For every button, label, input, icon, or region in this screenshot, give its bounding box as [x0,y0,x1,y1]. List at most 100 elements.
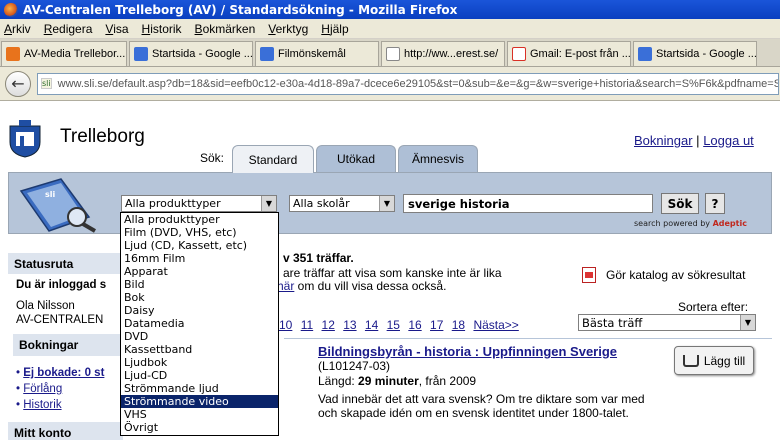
browser-tab-label: Startsida - Google ... [152,48,253,60]
web-page: Trelleborg Bokningar | Logga ut Sök: Sta… [0,102,780,440]
dropdown-option[interactable]: Ljud-CD [121,369,278,382]
menu-redigera[interactable]: Redigera [44,22,93,36]
add-to-cart-button[interactable]: Lägg till [674,346,754,375]
dropdown-option[interactable]: Alla produkttyper [121,213,278,226]
browser-tab[interactable]: Startsida - Google ... [633,41,757,66]
tab-utokad[interactable]: Utökad [316,145,396,172]
menu-arkiv[interactable]: Arkiv [4,22,31,36]
dropdown-option[interactable]: VHS [121,408,278,421]
page-icon [134,47,148,61]
menu-verktyg[interactable]: Verktyg [268,22,308,36]
dropdown-option[interactable]: Strömmande ljud [121,382,278,395]
search-input[interactable]: sverige historia [403,194,653,213]
dropdown-option[interactable]: Bild [121,278,278,291]
bookings-links: • Ej bokade: 0 st • Förlång • Historik [8,365,123,413]
help-button[interactable]: ? [705,193,725,214]
tab-amnesvis[interactable]: Ämnesvis [398,145,478,172]
result-length-prefix: Längd: [318,374,359,388]
dropdown-option[interactable]: Strömmande video [121,395,278,408]
page-link[interactable]: 16 [408,318,421,332]
status-box-title: Statusruta [8,252,123,274]
page-link[interactable]: 13 [343,318,356,332]
dropdown-option[interactable]: Daisy [121,304,278,317]
dropdown-option[interactable]: Apparat [121,265,278,278]
browser-tab[interactable]: Filmönskemål [255,41,379,66]
browser-tab-label: AV-Media Trellebor... [24,48,126,60]
status-sidebar: Statusruta Du är inloggad s Ola Nilsson … [8,252,123,440]
bookings-box-title: Bokningar [13,333,123,356]
school-year-select[interactable]: Alla skolår ▼ [289,195,395,212]
sort-value: Bästa träff [582,315,643,330]
page-link[interactable]: 18 [452,318,465,332]
address-bar[interactable]: sli www.sli.se/default.asp?db=18&sid=eef… [37,72,779,95]
menu-visa[interactable]: Visa [105,22,128,36]
search-button[interactable]: Sök [661,193,699,214]
page-icon [260,47,274,61]
sort-select[interactable]: Bästa träff ▼ [578,314,756,331]
more-results-link[interactable]: här [277,279,294,293]
sidebar-item-history[interactable]: • Historik [8,397,123,413]
dropdown-option[interactable]: DVD [121,330,278,343]
dropdown-option[interactable]: Ljud (CD, Kassett, etc) [121,239,278,252]
menu-historik[interactable]: Historik [142,22,182,36]
dropdown-option[interactable]: Kassettband [121,343,278,356]
page-icon [638,47,652,61]
product-type-dropdown-list: Alla produkttyper Film (DVD, VHS, etc) Lju… [120,212,279,436]
result-length: Längd: 29 minuter, från 2009 [318,374,476,388]
trelleborg-crest-icon [9,120,41,158]
page-link[interactable]: 15 [387,318,400,332]
link-separator: | [696,133,700,148]
school-year-value: Alla skolår [293,197,350,210]
gmail-icon [512,47,526,61]
browser-tab-bar: AV-Media Trellebor... Startsida - Google… [0,39,780,67]
sort-label: Sortera efter: [678,300,749,314]
bookings-link[interactable]: Bokningar [634,133,693,148]
dropdown-option[interactable]: Datamedia [121,317,278,330]
page-link[interactable]: 10 [279,318,292,332]
dropdown-option[interactable]: Ljudbok [121,356,278,369]
page-link[interactable]: 14 [365,318,378,332]
sidebar-item-unbooked[interactable]: • Ej bokade: 0 st [8,365,123,381]
blank-page-icon [386,47,400,61]
browser-tab[interactable]: Startsida - Google ... [129,41,253,66]
menu-bar: Arkiv Redigera Visa Historik Bokmärken V… [0,19,780,39]
powered-by-brand[interactable]: Adeptic [713,219,747,228]
hit-count: v 351 träffar. [283,251,354,265]
menu-bokmarken[interactable]: Bokmärken [195,22,256,36]
window-title-bar: AV-Centralen Trelleborg (AV) / Standards… [0,0,780,19]
page-link[interactable]: 11 [301,318,313,332]
browser-tab-label: Gmail: E-post från ... [530,48,631,60]
pdf-icon [582,267,596,283]
dropdown-option[interactable]: Bok [121,291,278,304]
dropdown-option[interactable]: Film (DVD, VHS, etc) [121,226,278,239]
result-length-suffix: , från 2009 [418,374,477,388]
back-button[interactable]: ← [5,70,31,97]
browser-tab[interactable]: http://ww...erest.se/ [381,41,505,66]
browser-tab-label: http://ww...erest.se/ [404,48,499,60]
browser-tab[interactable]: Gmail: E-post från ... [507,41,631,66]
product-type-select[interactable]: Alla produkttyper ▼ [121,195,277,212]
sidebar-item-extend[interactable]: • Förlång [8,381,123,397]
dropdown-option[interactable]: 16mm Film [121,252,278,265]
result-title-link[interactable]: Bildningsbyrån - historia : Uppfinningen… [318,344,617,359]
user-name: Ola Nilsson [16,300,75,312]
browser-tab[interactable]: AV-Media Trellebor... [1,41,127,66]
chevron-down-icon: ▼ [379,196,394,211]
browser-tab-label: Filmönskemål [278,48,346,60]
logout-link[interactable]: Logga ut [703,133,754,148]
site-identity-badge[interactable]: sli [41,78,52,89]
add-to-cart-label: Lägg till [703,353,746,368]
pagination: 10 11 12 13 14 15 16 17 18 Nästa>> [279,318,524,332]
tab-standard[interactable]: Standard [232,145,314,173]
dropdown-option[interactable]: Övrigt [121,421,278,434]
make-catalog-link[interactable]: Gör katalog av sökresultat [582,267,745,283]
page-link[interactable]: 17 [430,318,443,332]
window-title: AV-Centralen Trelleborg (AV) / Standards… [23,2,458,17]
more-results-text: are träffar att visa som kanske inte är … [283,266,502,280]
menu-hjalp[interactable]: Hjälp [321,22,348,36]
next-page-link[interactable]: Nästa>> [473,318,518,332]
more-results-suffix: om du vill visa dessa också. [294,279,447,293]
catalog-book-icon: sli [19,178,97,233]
page-link[interactable]: 12 [322,318,335,332]
product-type-value: Alla produkttyper [125,197,221,210]
